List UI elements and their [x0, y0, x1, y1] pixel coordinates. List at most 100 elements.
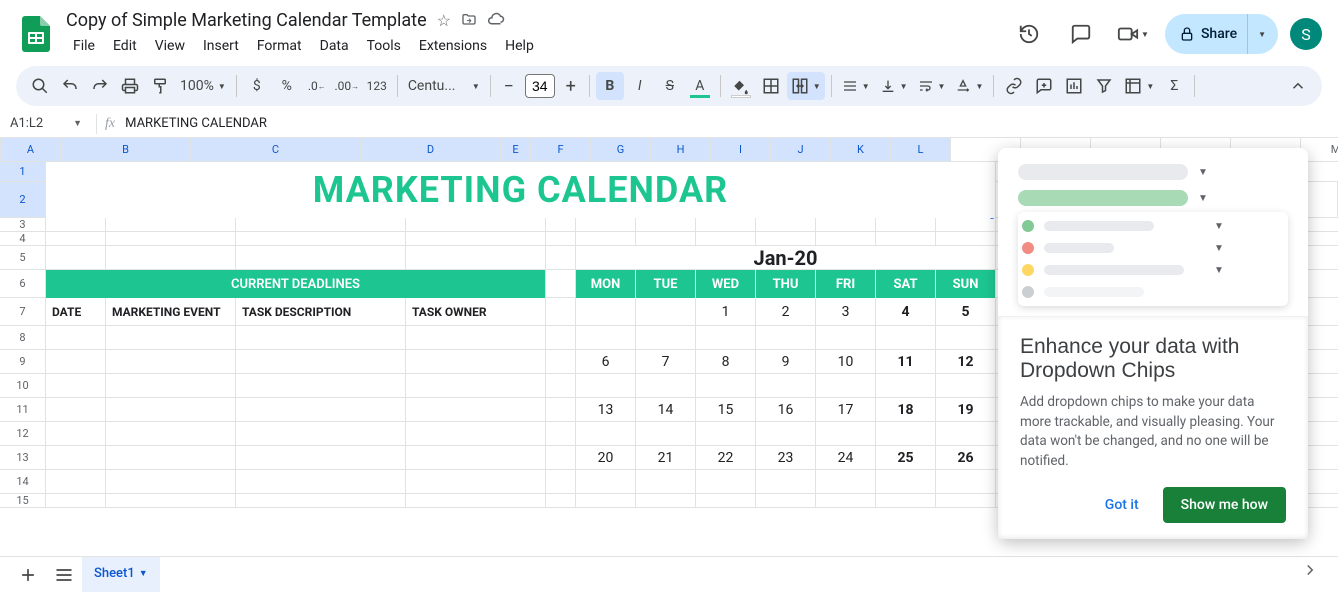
- meet-icon[interactable]: ▼: [1113, 14, 1153, 54]
- cell[interactable]: [406, 470, 546, 493]
- avatar[interactable]: S: [1290, 18, 1322, 50]
- cell[interactable]: [546, 326, 576, 349]
- row-header[interactable]: 4: [0, 232, 46, 245]
- calendar-cell[interactable]: 13: [576, 398, 636, 422]
- cell[interactable]: [46, 470, 106, 493]
- cell[interactable]: [236, 422, 406, 445]
- cell[interactable]: [696, 218, 756, 231]
- cell[interactable]: [406, 350, 546, 373]
- row-header[interactable]: 6: [0, 270, 46, 297]
- cell[interactable]: [636, 494, 696, 507]
- cell[interactable]: [936, 494, 996, 507]
- cell[interactable]: [406, 326, 546, 349]
- calendar-cell[interactable]: [636, 298, 696, 326]
- cell[interactable]: [546, 470, 576, 493]
- menu-insert[interactable]: Insert: [196, 34, 246, 58]
- row-header[interactable]: 2: [0, 182, 46, 217]
- col-header[interactable]: H: [651, 138, 711, 161]
- comment-icon[interactable]: [1061, 14, 1101, 54]
- row-header[interactable]: 1: [0, 162, 46, 181]
- calendar-cell[interactable]: 19: [936, 398, 996, 422]
- cell[interactable]: [46, 446, 106, 469]
- cell[interactable]: [876, 470, 936, 493]
- cell[interactable]: [406, 246, 546, 269]
- increase-font-icon[interactable]: +: [559, 74, 583, 98]
- calendar-cell[interactable]: 18: [876, 398, 936, 422]
- row-header[interactable]: 3: [0, 218, 46, 231]
- table-header[interactable]: TASK OWNER: [406, 298, 546, 326]
- cell[interactable]: [576, 494, 636, 507]
- history-icon[interactable]: [1009, 14, 1049, 54]
- link-icon[interactable]: [1000, 72, 1028, 100]
- cell[interactable]: [546, 494, 576, 507]
- cell[interactable]: [546, 218, 576, 231]
- cell[interactable]: [236, 494, 406, 507]
- insert-comment-icon[interactable]: [1030, 72, 1058, 100]
- cell[interactable]: [576, 326, 636, 349]
- cell[interactable]: [106, 374, 236, 397]
- cell[interactable]: [936, 326, 996, 349]
- cell[interactable]: [106, 326, 236, 349]
- align-vertical-icon[interactable]: ▼: [876, 72, 912, 100]
- day-header[interactable]: FRI: [816, 270, 876, 298]
- cell[interactable]: [46, 494, 106, 507]
- cell[interactable]: [696, 494, 756, 507]
- cell[interactable]: [876, 494, 936, 507]
- cell[interactable]: [236, 218, 406, 231]
- cell[interactable]: [106, 232, 236, 245]
- cell[interactable]: [46, 374, 106, 397]
- redo-icon[interactable]: [86, 72, 114, 100]
- undo-icon[interactable]: [56, 72, 84, 100]
- col-header[interactable]: G: [591, 138, 651, 161]
- zoom-dropdown[interactable]: 100%▼: [176, 72, 230, 100]
- row-header[interactable]: 10: [0, 374, 46, 397]
- cell[interactable]: [106, 494, 236, 507]
- calendar-cell[interactable]: 4: [876, 298, 936, 326]
- name-box[interactable]: A1:L2▼: [10, 116, 88, 131]
- row-header[interactable]: 5: [0, 246, 46, 269]
- menu-file[interactable]: File: [66, 34, 102, 58]
- cell[interactable]: [576, 422, 636, 445]
- cell[interactable]: [106, 218, 236, 231]
- calendar-cell[interactable]: 26: [936, 446, 996, 470]
- cell[interactable]: [696, 470, 756, 493]
- cell[interactable]: [936, 374, 996, 397]
- cell[interactable]: [756, 374, 816, 397]
- functions-icon[interactable]: Σ: [1160, 72, 1188, 100]
- cell[interactable]: [406, 374, 546, 397]
- table-header[interactable]: MARKETING EVENT: [106, 298, 236, 326]
- cell[interactable]: [756, 232, 816, 245]
- col-header[interactable]: A: [1, 138, 61, 161]
- formula-text[interactable]: MARKETING CALENDAR: [125, 116, 267, 131]
- calendar-cell[interactable]: 16: [756, 398, 816, 422]
- cell[interactable]: [546, 398, 576, 421]
- calendar-cell[interactable]: 2: [756, 298, 816, 326]
- cell[interactable]: [406, 218, 546, 231]
- cell[interactable]: [816, 422, 876, 445]
- row-header[interactable]: 8: [0, 326, 46, 349]
- cell[interactable]: [46, 350, 106, 373]
- cell[interactable]: [756, 218, 816, 231]
- cell[interactable]: [876, 218, 936, 231]
- text-wrap-icon[interactable]: ▼: [914, 72, 950, 100]
- paint-format-icon[interactable]: [146, 72, 174, 100]
- col-header[interactable]: F: [531, 138, 591, 161]
- cell[interactable]: [816, 232, 876, 245]
- cell[interactable]: [46, 246, 106, 269]
- cell[interactable]: [636, 232, 696, 245]
- cell[interactable]: [46, 422, 106, 445]
- cell[interactable]: [546, 298, 576, 325]
- cell[interactable]: [236, 350, 406, 373]
- add-sheet-icon[interactable]: [10, 557, 46, 593]
- cell[interactable]: [936, 218, 996, 231]
- row-header[interactable]: 12: [0, 422, 46, 445]
- align-horizontal-icon[interactable]: ▼: [838, 72, 874, 100]
- calendar-cell[interactable]: 11: [876, 350, 936, 374]
- cell[interactable]: [236, 446, 406, 469]
- col-header[interactable]: C: [191, 138, 361, 161]
- star-icon[interactable]: ☆: [437, 11, 451, 30]
- cell[interactable]: [576, 232, 636, 245]
- print-icon[interactable]: [116, 72, 144, 100]
- calendar-cell[interactable]: 10: [816, 350, 876, 374]
- cell[interactable]: [756, 422, 816, 445]
